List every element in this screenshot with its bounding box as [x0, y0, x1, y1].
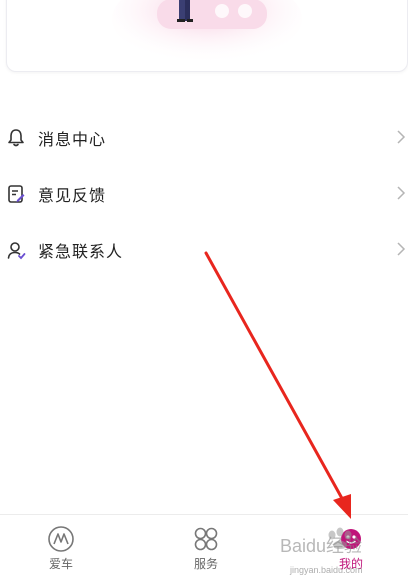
banner-card [6, 0, 408, 72]
feedback-icon [8, 185, 25, 203]
tab-mine[interactable]: 我的 [311, 515, 391, 582]
menu-item-label: 意见反馈 [38, 186, 107, 205]
bottom-tab-bar: 爱车 服务 我的 [0, 514, 408, 582]
banner-illustration [112, 0, 302, 64]
contact-icon [7, 242, 26, 260]
car-brand-icon [48, 526, 74, 552]
tab-label: 服务 [193, 557, 218, 571]
tab-services[interactable]: 服务 [166, 515, 246, 582]
menu-item-messages[interactable]: 消息中心 [0, 110, 408, 166]
menu-item-feedback[interactable]: 意见反馈 [0, 166, 408, 222]
menu-item-label: 消息中心 [38, 130, 107, 149]
tab-label: 爱车 [48, 557, 73, 571]
tab-label: 我的 [338, 557, 363, 571]
chevron-right-icon [397, 186, 406, 200]
tab-car[interactable]: 爱车 [21, 515, 101, 582]
chevron-right-icon [397, 130, 406, 144]
chevron-right-icon [397, 242, 406, 256]
menu-list: 消息中心 意见反馈 紧急联系人 [0, 110, 408, 278]
menu-item-label: 紧急联系人 [38, 242, 124, 261]
bell-icon [8, 129, 24, 147]
menu-item-emergency-contact[interactable]: 紧急联系人 [0, 222, 408, 278]
services-grid-icon [194, 527, 218, 551]
annotation-arrow [204, 251, 351, 519]
profile-icon [341, 529, 361, 549]
